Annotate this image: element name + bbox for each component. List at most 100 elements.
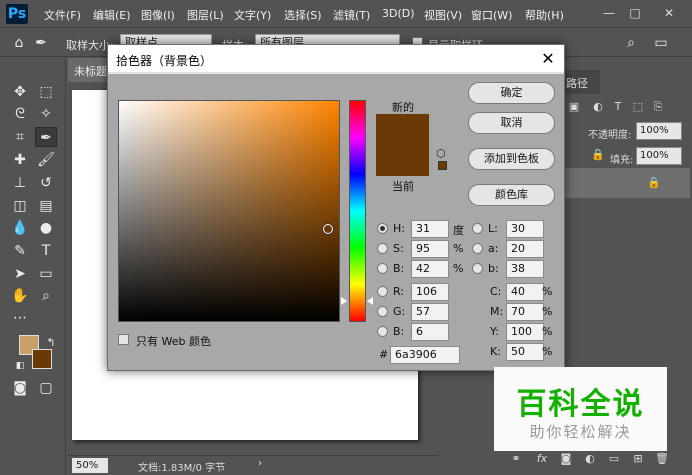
menu-window[interactable]: 窗口(W) [471,7,512,23]
red-input[interactable]: 106 [411,283,449,301]
menu-select[interactable]: 选择(S) [284,7,322,23]
chevron-right-icon[interactable]: › [258,458,262,469]
hex-input[interactable]: 6a3906 [390,346,460,364]
layer-row[interactable] [562,168,690,198]
blue-radio[interactable] [377,326,388,337]
cyan-input[interactable]: 40 [506,283,544,301]
web-safe-swatch[interactable] [438,161,447,170]
menu-view[interactable]: 视图(V) [424,7,462,23]
maximize-button[interactable]: □ [624,4,646,22]
background-color-swatch[interactable] [32,349,52,369]
filter-type-icon[interactable]: T [610,100,626,113]
zoom-tool-icon[interactable]: ⌕ [35,286,57,306]
hue-slider[interactable] [349,100,366,322]
gradient-tool-icon[interactable]: ▤ [35,196,57,216]
trash-icon[interactable]: 🗑 [654,452,670,465]
rectangle-tool-icon[interactable]: ▭ [35,264,57,284]
marquee-tool-icon[interactable]: ⬚ [35,82,57,102]
type-tool-icon[interactable]: T [35,241,57,261]
menu-file[interactable]: 文件(F) [44,7,81,23]
lab-l-radio[interactable] [472,223,483,234]
pen-tool-icon[interactable]: ✎ [9,241,31,261]
history-brush-tool-icon[interactable]: ↺ [35,173,57,193]
menu-type[interactable]: 文字(Y) [234,7,271,23]
lab-b-input[interactable]: 38 [506,260,544,278]
red-radio[interactable] [377,286,388,297]
blue-input[interactable]: 6 [411,323,449,341]
dialog-title-bar[interactable]: 拾色器（背景色） ✕ [108,45,564,73]
zoom-field[interactable]: 50% [72,458,108,473]
yellow-input[interactable]: 100 [506,323,544,341]
eyedropper-tool-icon[interactable]: ✒ [35,127,57,147]
menu-layer[interactable]: 图层(L) [187,7,224,23]
ok-button[interactable]: 确定 [468,82,555,104]
cube-icon[interactable]: ⬡ [436,147,446,160]
picker-circle[interactable] [323,223,333,234]
screen-mode-icon[interactable]: ▢ [35,378,57,398]
filter-image-icon[interactable]: ▣ [566,100,582,113]
magic-wand-tool-icon[interactable]: ✧ [35,104,57,124]
menu-edit[interactable]: 编辑(E) [93,7,131,23]
brightness-input[interactable]: 42 [411,260,449,278]
healing-brush-tool-icon[interactable]: ✚ [9,150,31,170]
layer-mask-icon[interactable]: ◙ [558,452,574,465]
default-colors-icon[interactable]: ◧ [9,356,31,376]
menu-image[interactable]: 图像(I) [141,7,175,23]
minimize-button[interactable]: — [598,4,620,22]
magenta-input[interactable]: 70 [506,303,544,321]
link-layers-icon[interactable]: ⚭ [508,452,524,465]
green-radio[interactable] [377,306,388,317]
lock-icon[interactable]: 🔒 [590,148,606,161]
saturation-radio[interactable] [377,243,388,254]
cancel-button[interactable]: 取消 [468,112,555,134]
search-icon[interactable]: ⌕ [620,33,642,53]
hand-tool-icon[interactable]: ✋ [9,286,31,306]
dialog-close-icon[interactable]: ✕ [538,49,558,69]
lab-a-radio[interactable] [472,243,483,254]
filter-shape-icon[interactable]: ⬚ [630,100,646,113]
adjustment-layer-icon[interactable]: ◐ [582,452,598,465]
quick-mask-icon[interactable]: ◙ [9,378,31,398]
green-input[interactable]: 57 [411,303,449,321]
hue-slider-left-arrow[interactable] [341,297,347,306]
paths-tab[interactable]: 路径 [560,70,600,94]
web-colors-checkbox[interactable] [118,334,129,345]
home-icon[interactable]: ⌂ [8,33,30,53]
menu-filter[interactable]: 滤镜(T) [333,7,370,23]
hue-input[interactable]: 31 [411,220,449,238]
new-layer-icon[interactable]: ⊞ [630,452,646,465]
window-close-button[interactable]: ✕ [658,4,680,22]
move-tool-icon[interactable]: ✥ [9,82,31,102]
fx-icon[interactable]: fx [534,452,550,465]
filter-smart-icon[interactable]: ⎘ [650,100,666,114]
group-folder-icon[interactable]: ▭ [606,452,622,465]
path-selection-tool-icon[interactable]: ➤ [9,264,31,284]
current-color-swatch[interactable] [376,145,429,176]
black-input[interactable]: 50 [506,343,544,361]
brightness-radio[interactable] [377,263,388,274]
lab-b-radio[interactable] [472,263,483,274]
menu-help[interactable]: 帮助(H) [525,7,564,23]
brush-tool-icon[interactable]: 🖌 [35,150,57,170]
clone-stamp-tool-icon[interactable]: ⊥ [9,173,31,193]
lab-a-input[interactable]: 20 [506,240,544,258]
color-libraries-button[interactable]: 颜色库 [468,184,555,206]
lab-l-input[interactable]: 30 [506,220,544,238]
fill-input[interactable]: 100% [636,147,682,165]
add-to-swatches-button[interactable]: 添加到色板 [468,148,555,170]
saturation-input[interactable]: 95 [411,240,449,258]
hue-radio[interactable] [377,223,388,234]
hue-slider-right-arrow[interactable] [367,297,373,306]
saturation-brightness-field[interactable] [118,100,340,322]
more-tools-icon[interactable]: ⋯ [9,308,31,328]
dodge-tool-icon[interactable]: ● [35,218,57,238]
lasso-tool-icon[interactable]: ᘓ [9,104,31,124]
workspace-icon[interactable]: ▭ [650,33,672,53]
blur-tool-icon[interactable]: 💧 [9,218,31,238]
eyedropper-preset-icon[interactable]: ✒ [30,33,52,53]
eraser-tool-icon[interactable]: ◫ [9,196,31,216]
filter-adjustment-icon[interactable]: ◐ [590,100,606,113]
crop-tool-icon[interactable]: ⌗ [9,127,31,147]
menu-3d[interactable]: 3D(D) [382,7,415,20]
opacity-input[interactable]: 100% [636,122,682,140]
